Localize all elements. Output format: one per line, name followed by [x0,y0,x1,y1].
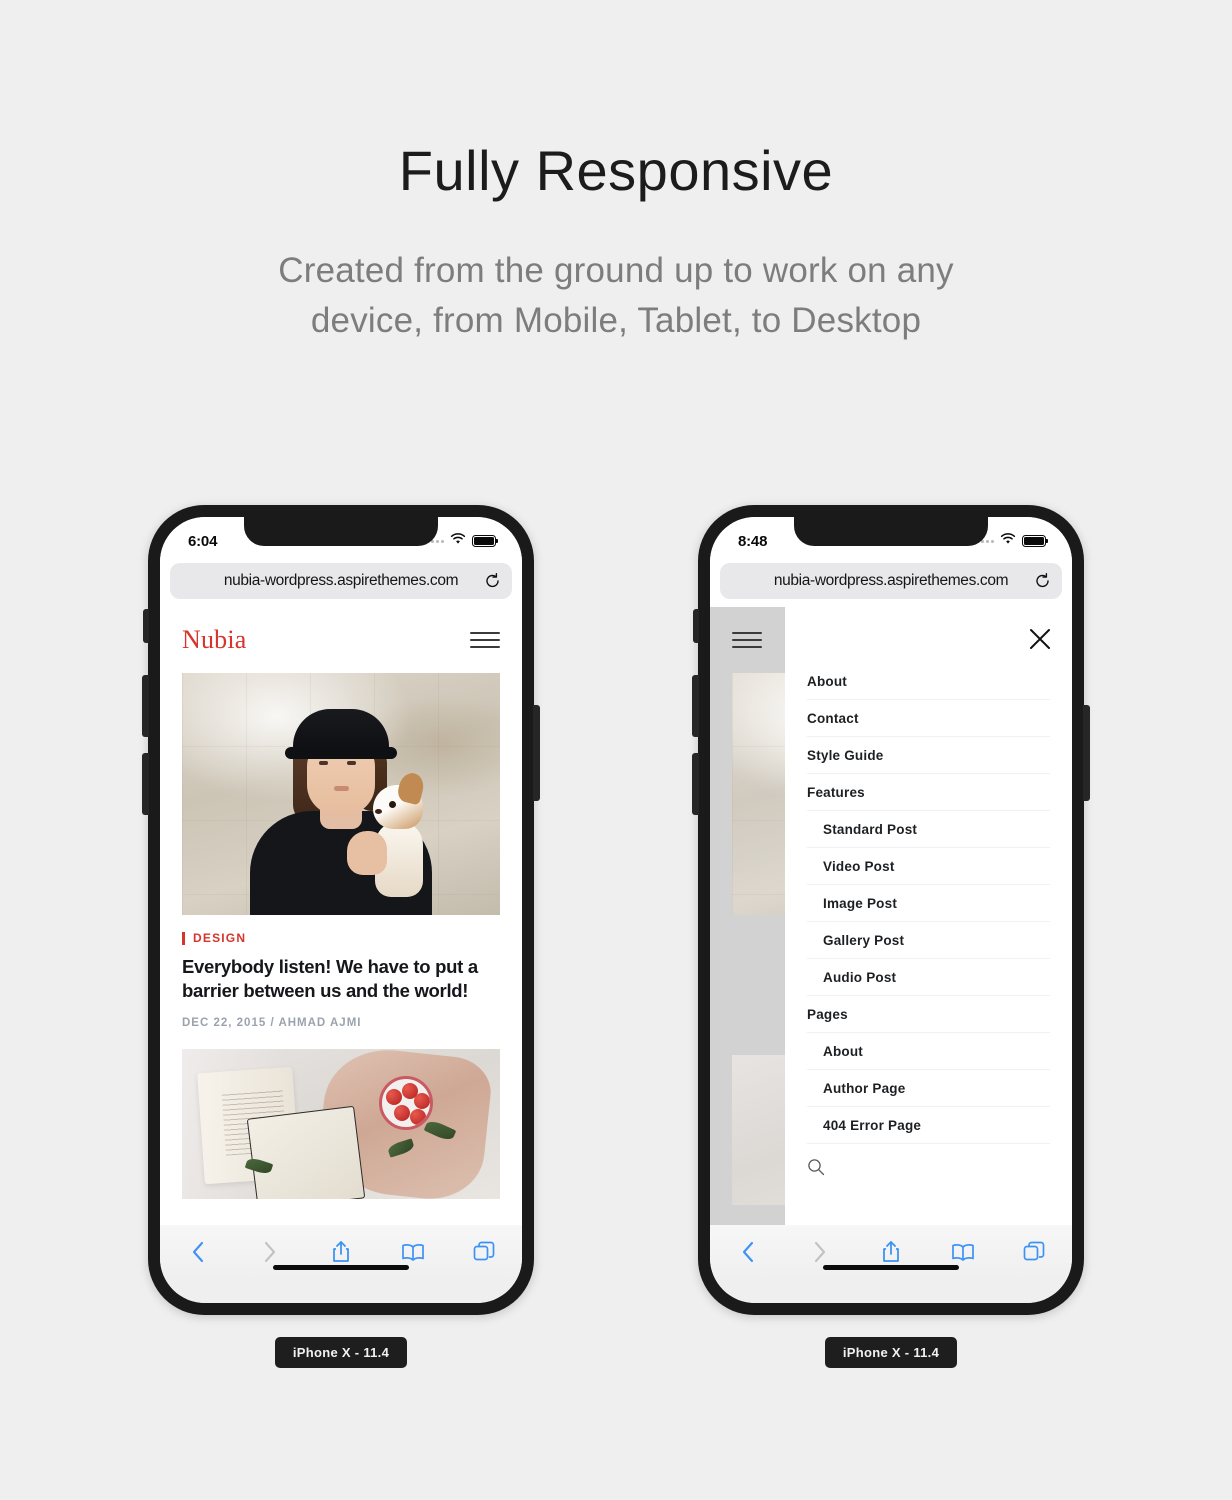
power-button[interactable] [533,705,540,801]
wifi-icon [450,532,466,550]
menu-item[interactable]: About [807,1033,1050,1070]
device-mockups: 6:04 nubia-wordpress.aspirethemes.com Nu… [0,505,1232,1368]
subtitle-line-1: Created from the ground up to work on an… [278,250,954,290]
power-button[interactable] [1083,705,1090,801]
book-icon[interactable] [951,1240,975,1264]
menu-item[interactable]: Video Post [807,848,1050,885]
hamburger-icon[interactable] [470,632,500,648]
page-title: Fully Responsive [398,139,834,202]
post-category[interactable]: DESIGN [182,931,500,945]
page-subtitle: Created from the ground up to work on an… [0,246,1232,348]
screen-left: 6:04 nubia-wordpress.aspirethemes.com Nu… [160,517,522,1303]
chevron-right-icon [258,1240,282,1264]
site-header: Nubia [160,607,522,673]
screen-bottom-padding [710,1279,1072,1303]
menu-item[interactable]: Author Page [807,1070,1050,1107]
volume-up-button[interactable] [142,675,149,737]
article-list: DESIGN Everybody listen! We have to put … [160,673,522,1199]
subtitle-line-2: device, from Mobile, Tablet, to Desktop [310,301,922,341]
post-date: DEC 22, 2015 [182,1016,267,1029]
menu-item[interactable]: Style Guide [807,737,1050,774]
share-icon[interactable] [329,1240,353,1264]
iphone-frame-left: 6:04 nubia-wordpress.aspirethemes.com Nu… [142,505,540,1315]
status-time: 8:48 [738,532,768,550]
reload-icon[interactable] [1034,573,1051,590]
category-accent-bar [182,931,185,945]
menu-item[interactable]: Audio Post [807,959,1050,996]
phone-left: 6:04 nubia-wordpress.aspirethemes.com Nu… [142,505,540,1368]
menu-item[interactable]: About [807,663,1050,700]
battery-full-icon [472,535,499,547]
menu-item-list: About Contact Style Guide Features Standard … [807,663,1050,1144]
tabs-icon[interactable] [472,1240,496,1264]
post-author[interactable]: AHMAD AJMI [278,1017,361,1029]
menu-item[interactable]: Image Post [807,885,1050,922]
menu-item[interactable]: Standard Post [807,811,1050,848]
post-featured-image-secondary[interactable] [182,1048,500,1199]
menu-item[interactable]: Contact [807,700,1050,737]
volume-up-button[interactable] [692,675,699,737]
chevron-left-icon[interactable] [736,1240,760,1264]
battery-full-icon [1022,535,1049,547]
menu-item[interactable]: Gallery Post [807,922,1050,959]
silent-switch[interactable] [143,609,149,643]
chevron-left-icon[interactable] [186,1240,210,1264]
url-text: nubia-wordpress.aspirethemes.com [223,572,459,589]
notch [244,517,438,546]
tabs-icon[interactable] [1022,1240,1046,1264]
device-label-left: iPhone X - 11.4 [274,1337,408,1368]
menu-item[interactable]: Features [807,774,1050,811]
share-icon[interactable] [879,1240,903,1264]
book-icon[interactable] [401,1240,425,1264]
volume-down-button[interactable] [692,753,699,815]
close-icon[interactable] [1028,627,1052,651]
browser-chrome-right: nubia-wordpress.aspirethemes.com [710,561,1072,607]
category-label: DESIGN [193,931,247,945]
search-icon[interactable] [807,1144,1050,1176]
home-indicator [273,1265,409,1270]
status-indicators [976,532,1049,550]
status-indicators [426,532,499,550]
safari-toolbar-right [710,1225,1072,1279]
notch [794,517,988,546]
byline-separator: / [270,1016,275,1029]
silent-switch[interactable] [693,609,699,643]
phone-right: 8:48 nubia-wordpress.aspirethemes.com Ab… [692,505,1090,1368]
address-bar[interactable]: nubia-wordpress.aspirethemes.com [720,563,1062,599]
post-title[interactable]: Everybody listen! We have to put a barri… [182,955,500,1004]
post-meta-block: DESIGN Everybody listen! We have to put … [182,915,500,1029]
volume-down-button[interactable] [142,753,149,815]
menu-item[interactable]: 404 Error Page [807,1107,1050,1144]
device-label-right: iPhone X - 11.4 [824,1337,958,1368]
screen-bottom-padding [160,1279,522,1303]
wifi-icon [1000,532,1016,550]
chevron-right-icon [808,1240,832,1264]
site-logo[interactable]: Nubia [182,625,247,655]
url-text: nubia-wordpress.aspirethemes.com [773,572,1009,589]
hero-text-block: Fully Responsive Created from the ground… [0,0,1232,347]
screen-right: 8:48 nubia-wordpress.aspirethemes.com Ab… [710,517,1072,1303]
browser-chrome-left: nubia-wordpress.aspirethemes.com [160,561,522,607]
web-page-left: Nubia DESIGN Everybody listen! We have t… [160,607,522,1225]
post-byline: DEC 22, 2015 / AHMAD AJMI [182,1017,500,1029]
home-indicator [823,1265,959,1270]
menu-item[interactable]: Pages [807,996,1050,1033]
post-featured-image[interactable] [182,673,500,915]
reload-icon[interactable] [484,573,501,590]
iphone-frame-right: 8:48 nubia-wordpress.aspirethemes.com Ab… [692,505,1090,1315]
web-page-right: About Contact Style Guide Features Standard … [710,607,1072,1225]
hamburger-icon[interactable] [732,632,762,648]
cherry-bowl [379,1075,434,1130]
navigation-menu-panel: About Contact Style Guide Features Standard … [785,607,1072,1225]
status-time: 6:04 [188,532,218,550]
address-bar[interactable]: nubia-wordpress.aspirethemes.com [170,563,512,599]
safari-toolbar-left [160,1225,522,1279]
